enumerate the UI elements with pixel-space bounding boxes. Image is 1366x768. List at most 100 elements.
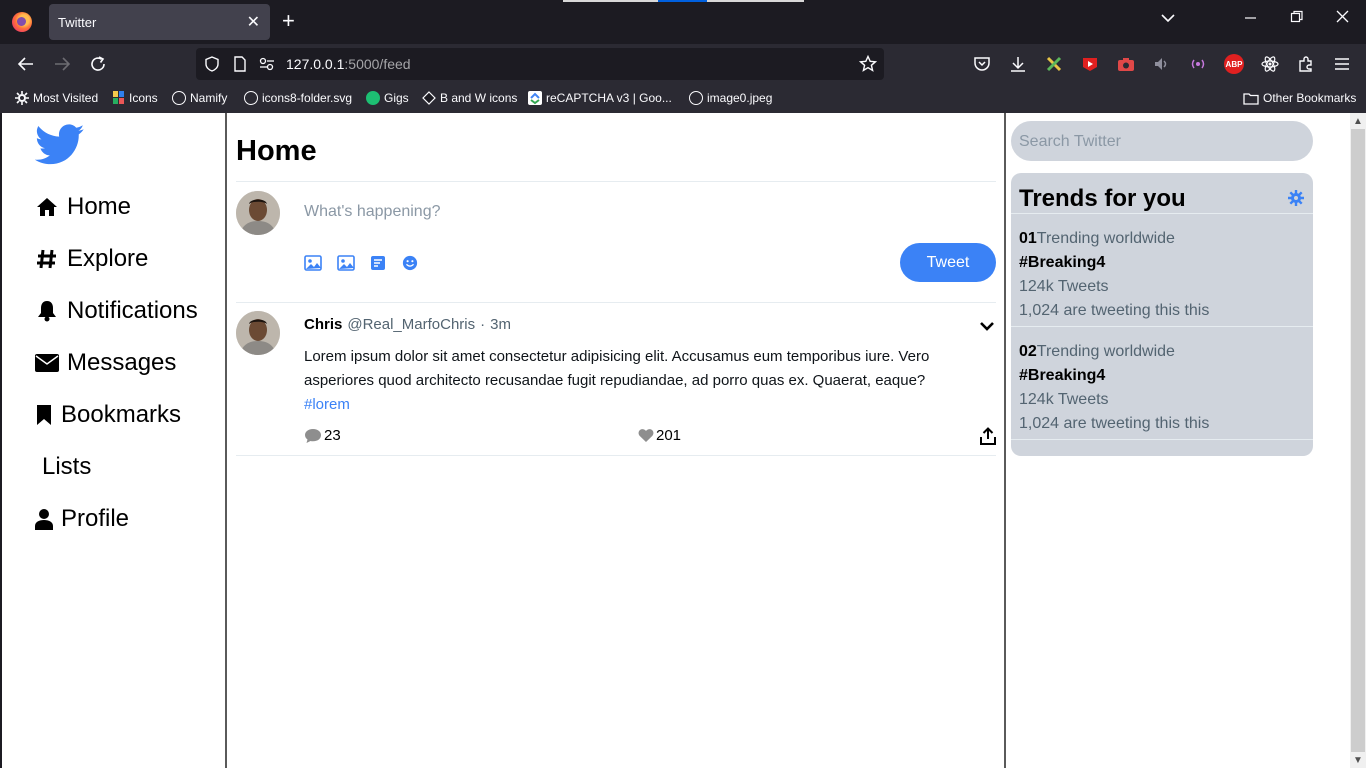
bookmark-gigs[interactable]: Gigs [366,91,409,105]
extensions-button[interactable] [1295,53,1317,75]
sidebar-item-lists[interactable]: Lists [42,453,91,481]
react-devtools-extension-icon[interactable] [1260,54,1280,74]
back-button[interactable] [15,53,37,75]
firefox-icon[interactable] [12,12,32,32]
reply-button[interactable]: 23 [304,427,341,444]
bookmark-image0[interactable]: image0.jpeg [689,91,772,105]
avatar[interactable] [236,191,280,235]
close-window-button[interactable] [1336,10,1350,29]
tweet-author-name[interactable]: Chris [304,316,342,333]
sidebar-item-explore[interactable]: Explore [35,245,148,273]
bookmark-icons8-folder[interactable]: icons8-folder.svg [244,91,352,105]
bookmark-label: icons8-folder.svg [262,91,353,105]
address-bar[interactable]: 127.0.0.1:5000/feed [196,48,884,80]
compose-input[interactable]: What's happening? [304,203,440,221]
sidebar-item-messages[interactable]: Messages [35,349,176,377]
scrollbar-thumb[interactable] [1351,129,1365,752]
twitter-logo-icon[interactable] [35,123,85,167]
screenshot-extension-icon[interactable] [1116,54,1136,74]
sidebar: Home Explore Notifications Messages Book… [2,113,227,768]
divider [1011,439,1313,440]
icons-site-icon [113,91,124,104]
like-count: 201 [656,427,682,444]
share-icon[interactable] [980,427,996,445]
scroll-down-icon[interactable]: ▼ [1353,755,1363,766]
shield-icon[interactable] [204,56,220,72]
sidebar-item-notifications[interactable]: Notifications [35,297,198,325]
trends-title: Trends for you [1019,185,1186,212]
bookmark-label: image0.jpeg [707,91,773,105]
trend-hashtag[interactable]: #Breaking4 [1019,364,1209,388]
tweet-avatar[interactable] [236,311,280,355]
url-path: :5000/feed [344,56,411,72]
gear-icon[interactable] [1288,190,1304,206]
youtube-extension-icon[interactable] [1080,54,1100,74]
bookmark-most-visited[interactable]: Most Visited [15,91,98,105]
user-photo-icon [236,311,280,355]
scroll-up-icon[interactable]: ▲ [1353,116,1363,127]
new-tab-button[interactable]: + [282,8,295,34]
bookmarks-toolbar: Most Visited Icons Namify icons8-folder.… [0,84,1366,113]
sidebar-item-label: Bookmarks [61,401,182,428]
bookmark-other[interactable]: Other Bookmarks [1243,91,1356,105]
cross-tools-icon [1046,56,1062,72]
emoji-icon[interactable] [401,255,419,271]
url-text: 127.0.0.1:5000/feed [286,56,411,72]
broadcast-extension-icon[interactable] [1188,54,1208,74]
search-input[interactable]: Search Twitter [1011,121,1313,161]
trend-item[interactable]: 02Trending worldwide #Breaking4 124k Twe… [1019,340,1209,436]
page-title: Home [236,135,317,167]
tweet-time: 3m [490,316,511,333]
arrow-right-icon [55,57,71,71]
tab-twitter[interactable]: Twitter ✕ [49,4,270,40]
forward-button[interactable] [51,53,73,75]
star-icon[interactable] [859,55,877,73]
trend-item[interactable]: 01Trending worldwide #Breaking4 124k Twe… [1019,227,1209,323]
hashtag-icon [35,247,59,271]
minimize-button[interactable] [1244,10,1258,29]
sidebar-item-label: Lists [42,453,92,480]
poll-icon[interactable] [370,255,386,271]
tweet-button[interactable]: Tweet [900,243,996,282]
tweet-author-handle[interactable]: @Real_MarfoChris [347,316,475,333]
bookmark-recaptcha[interactable]: reCAPTCHA v3 | Goo... [528,91,672,105]
page-icon[interactable] [233,56,247,72]
puzzle-icon [1299,56,1312,72]
sidebar-item-home[interactable]: Home [35,193,131,221]
sidebar-item-bookmarks[interactable]: Bookmarks [35,401,181,429]
url-host: 127.0.0.1 [286,56,345,72]
trend-context: Trending worldwide [1036,343,1175,360]
bookmark-namify[interactable]: Namify [172,91,227,105]
trend-tweet-count: 124k Tweets [1019,278,1109,295]
permissions-icon[interactable] [259,57,275,71]
chevron-down-icon [1161,14,1175,23]
sidebar-item-profile[interactable]: Profile [35,505,129,533]
bookmark-icons[interactable]: Icons [113,91,158,105]
tab-list-button[interactable] [1160,10,1176,31]
reload-button[interactable] [87,53,109,75]
chevron-down-icon[interactable] [978,317,996,335]
gif-icon[interactable] [337,255,355,271]
trend-hashtag[interactable]: #Breaking4 [1019,251,1209,275]
adblock-extension-icon[interactable]: ABP [1224,54,1244,74]
globe-icon [689,91,703,105]
heart-icon [638,429,654,442]
like-button[interactable]: 201 [638,427,681,444]
page-scrollbar[interactable]: ▲ ▼ [1350,113,1366,768]
image-icon[interactable] [304,255,322,271]
volume-extension-icon[interactable] [1152,54,1172,74]
bell-icon [35,299,59,323]
close-icon[interactable]: ✕ [247,12,260,32]
color-picker-extension-icon[interactable] [1044,54,1064,74]
tweet-hashtag[interactable]: #lorem [304,396,350,413]
restore-button[interactable] [1290,10,1304,29]
menu-button[interactable] [1331,53,1353,75]
bookmark-label: Icons [129,91,158,105]
trend-rank: 01 [1019,230,1037,247]
downloads-button[interactable] [1007,53,1029,75]
bookmark-b-and-w-icons[interactable]: B and W icons [422,91,517,105]
search-placeholder: Search Twitter [1019,133,1121,150]
pocket-button[interactable] [971,53,993,75]
bookmark-label: Gigs [384,91,409,105]
bookmark-label: B and W icons [440,91,518,105]
